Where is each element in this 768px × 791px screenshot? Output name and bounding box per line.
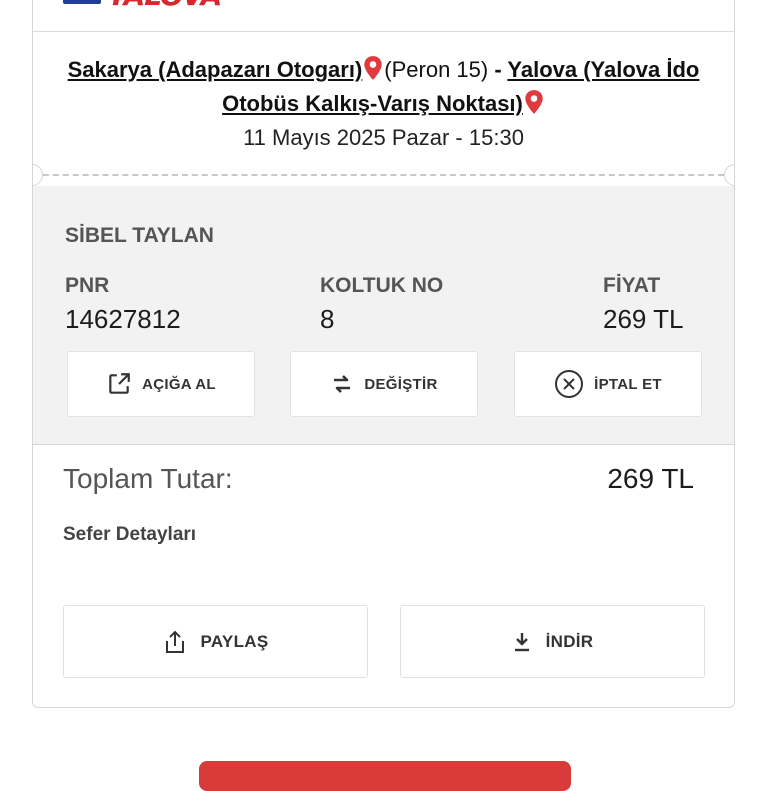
open-ticket-label: AÇIĞA AL xyxy=(142,375,216,393)
close-circle-icon xyxy=(554,369,584,399)
open-external-icon xyxy=(106,371,132,397)
cancel-ticket-label: İPTAL ET xyxy=(594,375,662,393)
ticket-notch-right xyxy=(724,164,734,186)
cancel-ticket-button[interactable]: İPTAL ET xyxy=(514,351,702,417)
logo-header: YALOVA xyxy=(33,0,734,32)
download-icon xyxy=(512,631,532,653)
brand-logo: YALOVA xyxy=(63,0,222,12)
passenger-panel: SİBEL TAYLAN PNR 14627812 KOLTUK NO 8 Fİ… xyxy=(33,186,734,445)
share-button[interactable]: PAYLAŞ xyxy=(63,605,368,678)
location-pin-icon[interactable] xyxy=(523,89,545,115)
open-ticket-button[interactable]: AÇIĞA AL xyxy=(67,351,255,417)
ticket-card: YALOVA Sakarya (Adapazarı Otogarı) (Peron… xyxy=(32,0,735,708)
brand-logo-text: YALOVA xyxy=(107,0,222,12)
platform-text: (Peron 15) xyxy=(384,57,489,82)
price-value: 269 TL xyxy=(603,304,684,334)
passenger-name: SİBEL TAYLAN xyxy=(65,224,214,247)
primary-action-button[interactable] xyxy=(199,761,571,791)
brand-logo-mark xyxy=(63,0,101,4)
departure-datetime: 11 Mayıs 2025 Pazar - 15:30 xyxy=(243,125,524,150)
download-label: İNDİR xyxy=(545,631,594,651)
ticket-notch-left xyxy=(33,164,43,186)
share-label: PAYLAŞ xyxy=(200,631,269,651)
seat-value: 8 xyxy=(320,304,335,334)
share-icon xyxy=(163,629,187,655)
origin-link[interactable]: Sakarya (Adapazarı Otogarı) xyxy=(68,57,363,82)
change-ticket-label: DEĞİŞTİR xyxy=(364,375,438,393)
seat-label: KOLTUK NO xyxy=(320,274,444,297)
location-pin-icon[interactable] xyxy=(362,55,384,81)
change-ticket-button[interactable]: DEĞİŞTİR xyxy=(290,351,478,417)
total-label: Toplam Tutar: xyxy=(63,463,233,494)
pnr-value: 14627812 xyxy=(65,304,181,334)
total-value: 269 TL xyxy=(607,463,694,494)
download-button[interactable]: İNDİR xyxy=(400,605,705,678)
swap-arrows-icon xyxy=(330,372,354,396)
perforation-divider xyxy=(33,174,734,176)
route-info: Sakarya (Adapazarı Otogarı) (Peron 15) - … xyxy=(33,53,734,155)
trip-details-link[interactable]: Sefer Detayları xyxy=(63,524,196,546)
pnr-label: PNR xyxy=(65,274,110,297)
route-separator: - xyxy=(488,57,508,82)
price-label: FİYAT xyxy=(603,274,661,297)
